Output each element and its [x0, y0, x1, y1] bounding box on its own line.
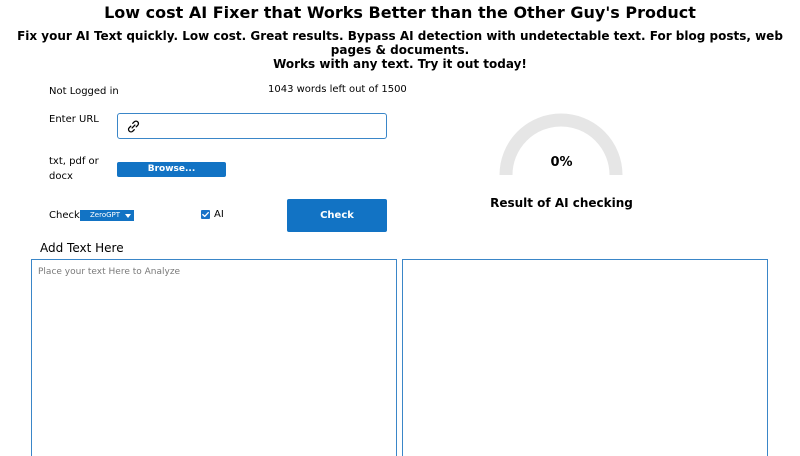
- login-status: Not Logged in: [49, 86, 119, 97]
- add-text-heading: Add Text Here: [40, 241, 124, 255]
- file-label-line-1: txt, pdf or: [49, 156, 99, 167]
- result-caption: Result of AI checking: [490, 196, 633, 210]
- output-text-area[interactable]: [402, 259, 768, 456]
- chevron-down-icon: [125, 214, 131, 218]
- detector-select[interactable]: ZeroGPT: [80, 210, 134, 221]
- check-button[interactable]: Check: [287, 199, 387, 232]
- link-icon: [127, 120, 140, 133]
- ai-checkbox-label: AI: [214, 209, 224, 220]
- subtitle-line-1: Fix your AI Text quickly. Low cost. Grea…: [17, 29, 783, 57]
- check-label: Check: [49, 210, 80, 221]
- ai-checkbox[interactable]: [201, 210, 210, 219]
- word-count: 1043 words left out of 1500: [268, 84, 407, 95]
- input-text-area-container: [31, 259, 397, 456]
- detector-select-value: ZeroGPT: [90, 211, 121, 219]
- url-input[interactable]: [148, 117, 384, 137]
- page: Low cost AI Fixer that Works Better than…: [0, 0, 800, 456]
- browse-button[interactable]: Browse...: [117, 162, 226, 177]
- url-field[interactable]: [117, 113, 387, 139]
- ai-gauge: [499, 113, 623, 176]
- page-subtitle: Fix your AI Text quickly. Low cost. Grea…: [0, 29, 800, 71]
- url-label: Enter URL: [49, 114, 99, 125]
- gauge-value: 0%: [550, 155, 573, 170]
- input-text-area[interactable]: [32, 260, 396, 456]
- subtitle-line-2: Works with any text. Try it out today!: [273, 57, 527, 71]
- file-label-line-2: docx: [49, 171, 73, 182]
- page-title: Low cost AI Fixer that Works Better than…: [104, 3, 696, 22]
- check-icon: [202, 211, 209, 218]
